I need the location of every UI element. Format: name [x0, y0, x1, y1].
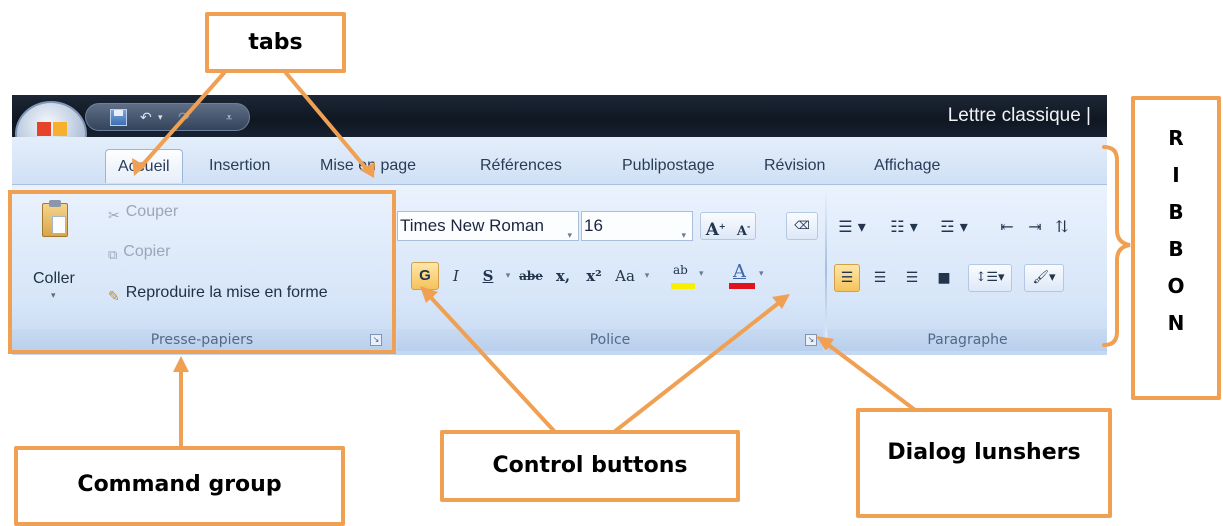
ribbon-letter: I: [1172, 163, 1180, 187]
ribbon-letter: R: [1168, 126, 1184, 150]
ribbon-letter: B: [1168, 237, 1184, 261]
dialog-launchers-callout: Dialog lunshers: [856, 408, 1112, 518]
ribbon-letter: O: [1167, 274, 1185, 298]
ribbon-letter: B: [1168, 200, 1184, 224]
ribbon-letter: N: [1167, 311, 1185, 335]
tabs-callout: tabs: [205, 12, 346, 73]
control-buttons-callout: Control buttons: [440, 430, 740, 502]
command-group-callout: Command group: [14, 446, 345, 526]
ribbon-callout: R I B B O N: [1131, 96, 1221, 400]
